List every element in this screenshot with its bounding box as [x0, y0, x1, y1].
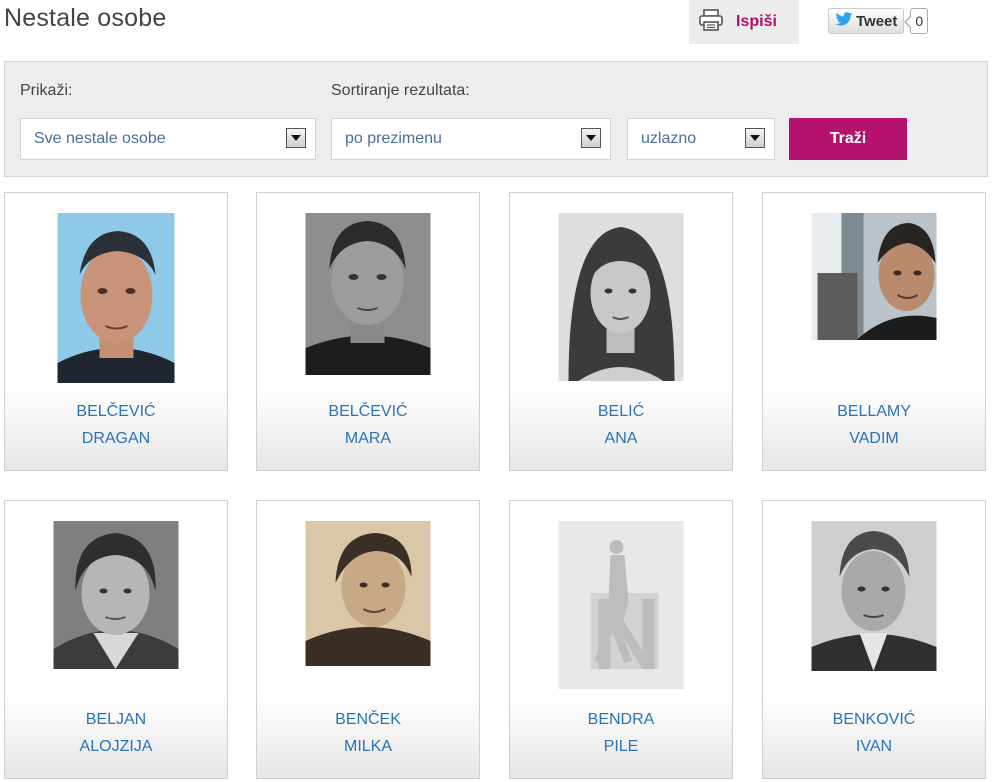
person-firstname: ALOJZIJA [79, 738, 153, 755]
person-firstname: MARA [344, 430, 392, 447]
order-select-value: uzlazno [641, 130, 697, 147]
person-surname: BENKOVIĆ [832, 711, 916, 728]
show-select[interactable]: Sve nestale osobe [20, 118, 316, 160]
person-photo [305, 521, 431, 666]
person-card[interactable]: BELLAMY VADIM [762, 192, 986, 471]
person-surname: BENČEK [335, 711, 401, 728]
person-firstname: ANA [604, 430, 638, 447]
dropdown-arrow-icon[interactable] [581, 128, 601, 148]
dropdown-arrow-icon[interactable] [286, 128, 306, 148]
person-photo [811, 213, 937, 340]
tweet-label: Tweet [856, 12, 898, 30]
sort-label: Sortiranje rezultata: [331, 82, 470, 99]
person-surname: BELIĆ [597, 403, 645, 420]
sort-select[interactable]: po prezimenu [331, 118, 611, 160]
person-name[interactable]: BELJAN ALOJZIJA [5, 706, 227, 760]
person-surname: BELJAN [85, 711, 147, 728]
person-firstname: VADIM [849, 430, 899, 447]
person-surname: BELČEVIĆ [76, 403, 156, 420]
person-card[interactable]: BELČEVIĆ MARA [256, 192, 480, 471]
person-photo [558, 213, 684, 381]
person-photo [57, 213, 175, 383]
person-photo [305, 213, 431, 375]
person-card[interactable]: BENKOVIĆ IVAN [762, 500, 986, 779]
print-button[interactable]: Ispiši [689, 0, 799, 44]
person-card[interactable]: BENČEK MILKA [256, 500, 480, 779]
person-name[interactable]: BELČEVIĆ DRAGAN [5, 398, 227, 452]
person-surname: BELLAMY [837, 403, 911, 420]
person-firstname: MILKA [343, 738, 392, 755]
person-name[interactable]: BENDRA PILE [510, 706, 732, 760]
person-firstname: DRAGAN [81, 430, 151, 447]
person-name[interactable]: BENKOVIĆ IVAN [763, 706, 985, 760]
show-label: Prikaži: [20, 82, 73, 99]
page-title: Nestale osobe [4, 4, 167, 32]
person-firstname: IVAN [855, 738, 893, 755]
order-select[interactable]: uzlazno [627, 118, 775, 160]
tweet-widget: Tweet 0 [828, 7, 929, 35]
twitter-bird-icon [835, 11, 856, 31]
search-button[interactable]: Traži [789, 118, 907, 160]
person-photo [53, 521, 179, 669]
person-card[interactable]: BELČEVIĆ DRAGAN [4, 192, 228, 471]
person-firstname: PILE [603, 738, 639, 755]
person-card[interactable]: BELJAN ALOJZIJA [4, 500, 228, 779]
person-surname: BELČEVIĆ [328, 403, 408, 420]
person-surname: BENDRA [587, 711, 655, 728]
filter-panel: Prikaži: Sortiranje rezultata: Sve nesta… [4, 61, 988, 177]
person-photo [558, 521, 684, 689]
person-name[interactable]: BELČEVIĆ MARA [257, 398, 479, 452]
show-select-value: Sve nestale osobe [34, 130, 166, 147]
sort-select-value: po prezimenu [345, 130, 442, 147]
printer-icon [699, 8, 723, 36]
tweet-count: 0 [904, 8, 929, 34]
dropdown-arrow-icon[interactable] [745, 128, 765, 148]
person-card[interactable]: BELIĆ ANA [509, 192, 733, 471]
person-name[interactable]: BENČEK MILKA [257, 706, 479, 760]
person-photo [811, 521, 937, 671]
person-card[interactable]: BENDRA PILE [509, 500, 733, 779]
print-label: Ispiši [736, 13, 777, 30]
person-name[interactable]: BELLAMY VADIM [763, 398, 985, 452]
tweet-button[interactable]: Tweet [828, 8, 905, 34]
person-name[interactable]: BELIĆ ANA [510, 398, 732, 452]
